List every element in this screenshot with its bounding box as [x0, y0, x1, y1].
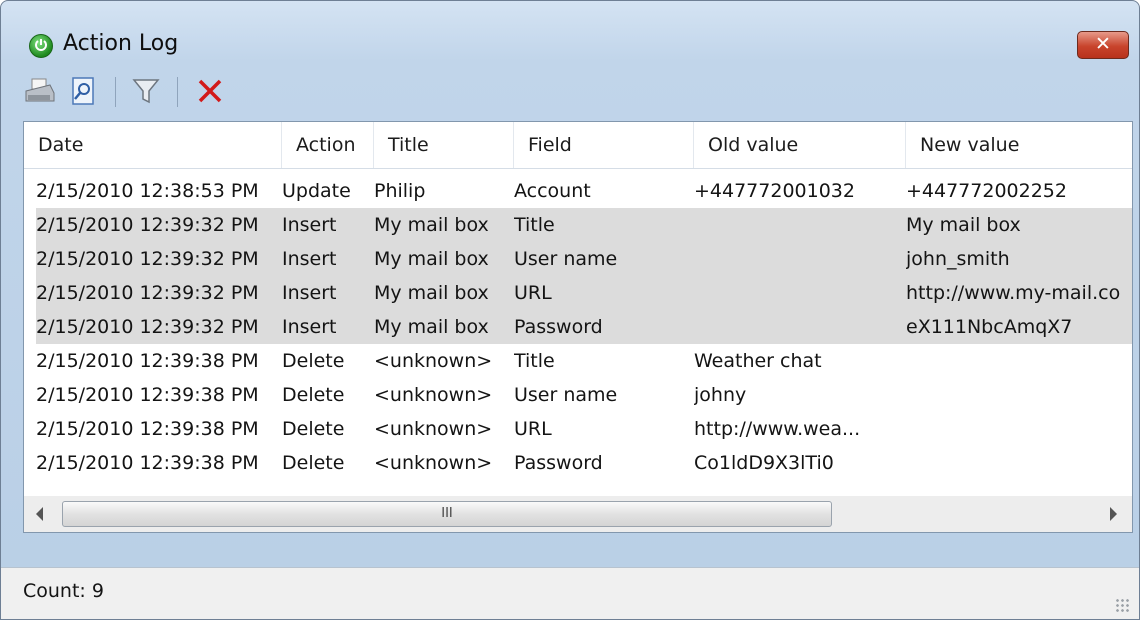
cell-date: 2/15/2010 12:39:32 PM — [36, 282, 259, 304]
cell-old-value — [694, 208, 902, 242]
cell-old-value — [694, 242, 902, 276]
column-header-row: Date Action Title Field Old value New va… — [24, 122, 1132, 169]
cell-action: Insert — [282, 316, 337, 338]
horizontal-scrollbar[interactable]: III — [24, 496, 1132, 532]
table-row[interactable]: 2/15/2010 12:39:32 PM Insert My mail box Us… — [36, 242, 1132, 276]
cell-old-value: +447772001032 — [694, 180, 855, 202]
column-header-date[interactable]: Date — [24, 122, 282, 168]
cell-new-value — [906, 412, 1132, 446]
cell-date: 2/15/2010 12:39:32 PM — [36, 316, 259, 338]
cell-new-value — [906, 378, 1132, 412]
app-power-icon — [29, 34, 53, 58]
cell-old-value — [694, 310, 902, 344]
cell-action: Delete — [282, 350, 345, 372]
cell-new-value — [906, 344, 1132, 378]
table-row[interactable]: 2/15/2010 12:39:32 PM Insert My mail box UR… — [36, 276, 1132, 310]
cell-action: Delete — [282, 384, 345, 406]
table-row[interactable]: 2/15/2010 12:39:38 PM Delete <unknown> URL h… — [36, 412, 1132, 446]
scroll-left-arrow-icon[interactable] — [36, 507, 43, 521]
column-header-new-value[interactable]: New value — [906, 122, 1132, 168]
cell-new-value: john_smith — [906, 248, 1010, 270]
cell-old-value: http://www.wea... — [694, 418, 861, 440]
cell-new-value: +447772002252 — [906, 180, 1067, 202]
cell-field: Password — [514, 316, 603, 338]
resize-grip-icon[interactable] — [1115, 598, 1129, 612]
cell-action: Delete — [282, 418, 345, 440]
cell-action: Insert — [282, 248, 337, 270]
cell-title: <unknown> — [374, 418, 493, 440]
cell-date: 2/15/2010 12:39:38 PM — [36, 384, 259, 406]
cell-title: My mail box — [374, 248, 489, 270]
table-row[interactable]: 2/15/2010 12:39:32 PM Insert My mail box Ti… — [36, 208, 1132, 242]
title-bar[interactable]: Action Log ✕ — [1, 1, 1139, 63]
toolbar-separator — [115, 77, 116, 107]
cell-field: URL — [514, 418, 552, 440]
cell-field: URL — [514, 282, 552, 304]
cell-new-value: http://www.my-mail.co — [906, 282, 1121, 304]
cell-title: <unknown> — [374, 384, 493, 406]
scroll-right-arrow-icon[interactable] — [1110, 507, 1117, 521]
cell-old-value — [694, 276, 902, 310]
cell-title: My mail box — [374, 214, 489, 236]
cell-field: Title — [514, 214, 555, 236]
status-bar: Count: 9 — [1, 567, 1139, 619]
cell-field: User name — [514, 384, 618, 406]
action-log-list[interactable]: Date Action Title Field Old value New va… — [23, 121, 1133, 533]
cell-new-value: My mail box — [906, 214, 1021, 236]
close-icon: ✕ — [1095, 33, 1111, 55]
cell-date: 2/15/2010 12:39:38 PM — [36, 350, 259, 372]
column-header-field[interactable]: Field — [514, 122, 694, 168]
record-count: Count: 9 — [23, 580, 104, 602]
cell-old-value: Co1ldD9X3lTi0 — [694, 452, 834, 474]
column-header-old-value[interactable]: Old value — [694, 122, 906, 168]
filter-icon — [132, 79, 160, 104]
cell-title: Philip — [374, 180, 426, 202]
cell-date: 2/15/2010 12:39:32 PM — [36, 214, 259, 236]
toolbar — [23, 73, 1133, 113]
cell-field: Password — [514, 452, 603, 474]
close-button[interactable]: ✕ — [1077, 31, 1129, 59]
cell-date: 2/15/2010 12:38:53 PM — [36, 180, 259, 202]
delete-button[interactable] — [193, 73, 227, 111]
cell-title: My mail box — [374, 282, 489, 304]
cell-action: Update — [282, 180, 351, 202]
print-preview-button[interactable] — [67, 73, 101, 111]
toolbar-separator — [177, 77, 178, 107]
action-log-window: Action Log ✕ Date Action Title Field Old… — [0, 0, 1140, 620]
cell-action: Insert — [282, 282, 337, 304]
cell-date: 2/15/2010 12:39:38 PM — [36, 452, 259, 474]
table-row[interactable]: 2/15/2010 12:39:38 PM Delete <unknown> Pass… — [36, 446, 1132, 480]
cell-new-value — [906, 446, 1132, 480]
cell-old-value: Weather chat — [694, 350, 822, 372]
cell-new-value: eX111NbcAmqX7 — [906, 316, 1073, 338]
print-button[interactable] — [23, 73, 57, 111]
cell-field: Title — [514, 350, 555, 372]
table-row[interactable]: 2/15/2010 12:39:38 PM Delete <unknown> Titl… — [36, 344, 1132, 378]
cell-date: 2/15/2010 12:39:32 PM — [36, 248, 259, 270]
table-row[interactable]: 2/15/2010 12:38:53 PM Update Philip Account… — [36, 174, 1132, 208]
table-row[interactable]: 2/15/2010 12:39:38 PM Delete <unknown> User… — [36, 378, 1132, 412]
cell-action: Delete — [282, 452, 345, 474]
print-preview-icon — [72, 77, 94, 105]
window-title: Action Log — [63, 31, 179, 56]
cell-title: <unknown> — [374, 350, 493, 372]
cell-date: 2/15/2010 12:39:38 PM — [36, 418, 259, 440]
column-header-title[interactable]: Title — [374, 122, 514, 168]
filter-button[interactable] — [129, 73, 163, 111]
cell-title: My mail box — [374, 316, 489, 338]
delete-x-icon — [198, 79, 222, 103]
printer-icon — [25, 78, 55, 102]
column-header-action[interactable]: Action — [282, 122, 374, 168]
cell-action: Insert — [282, 214, 337, 236]
cell-title: <unknown> — [374, 452, 493, 474]
cell-old-value: johny — [694, 384, 747, 406]
scrollbar-thumb[interactable]: III — [62, 501, 832, 527]
table-row[interactable]: 2/15/2010 12:39:32 PM Insert My mail box Pa… — [36, 310, 1132, 344]
cell-field: Account — [514, 180, 591, 202]
cell-field: User name — [514, 248, 618, 270]
